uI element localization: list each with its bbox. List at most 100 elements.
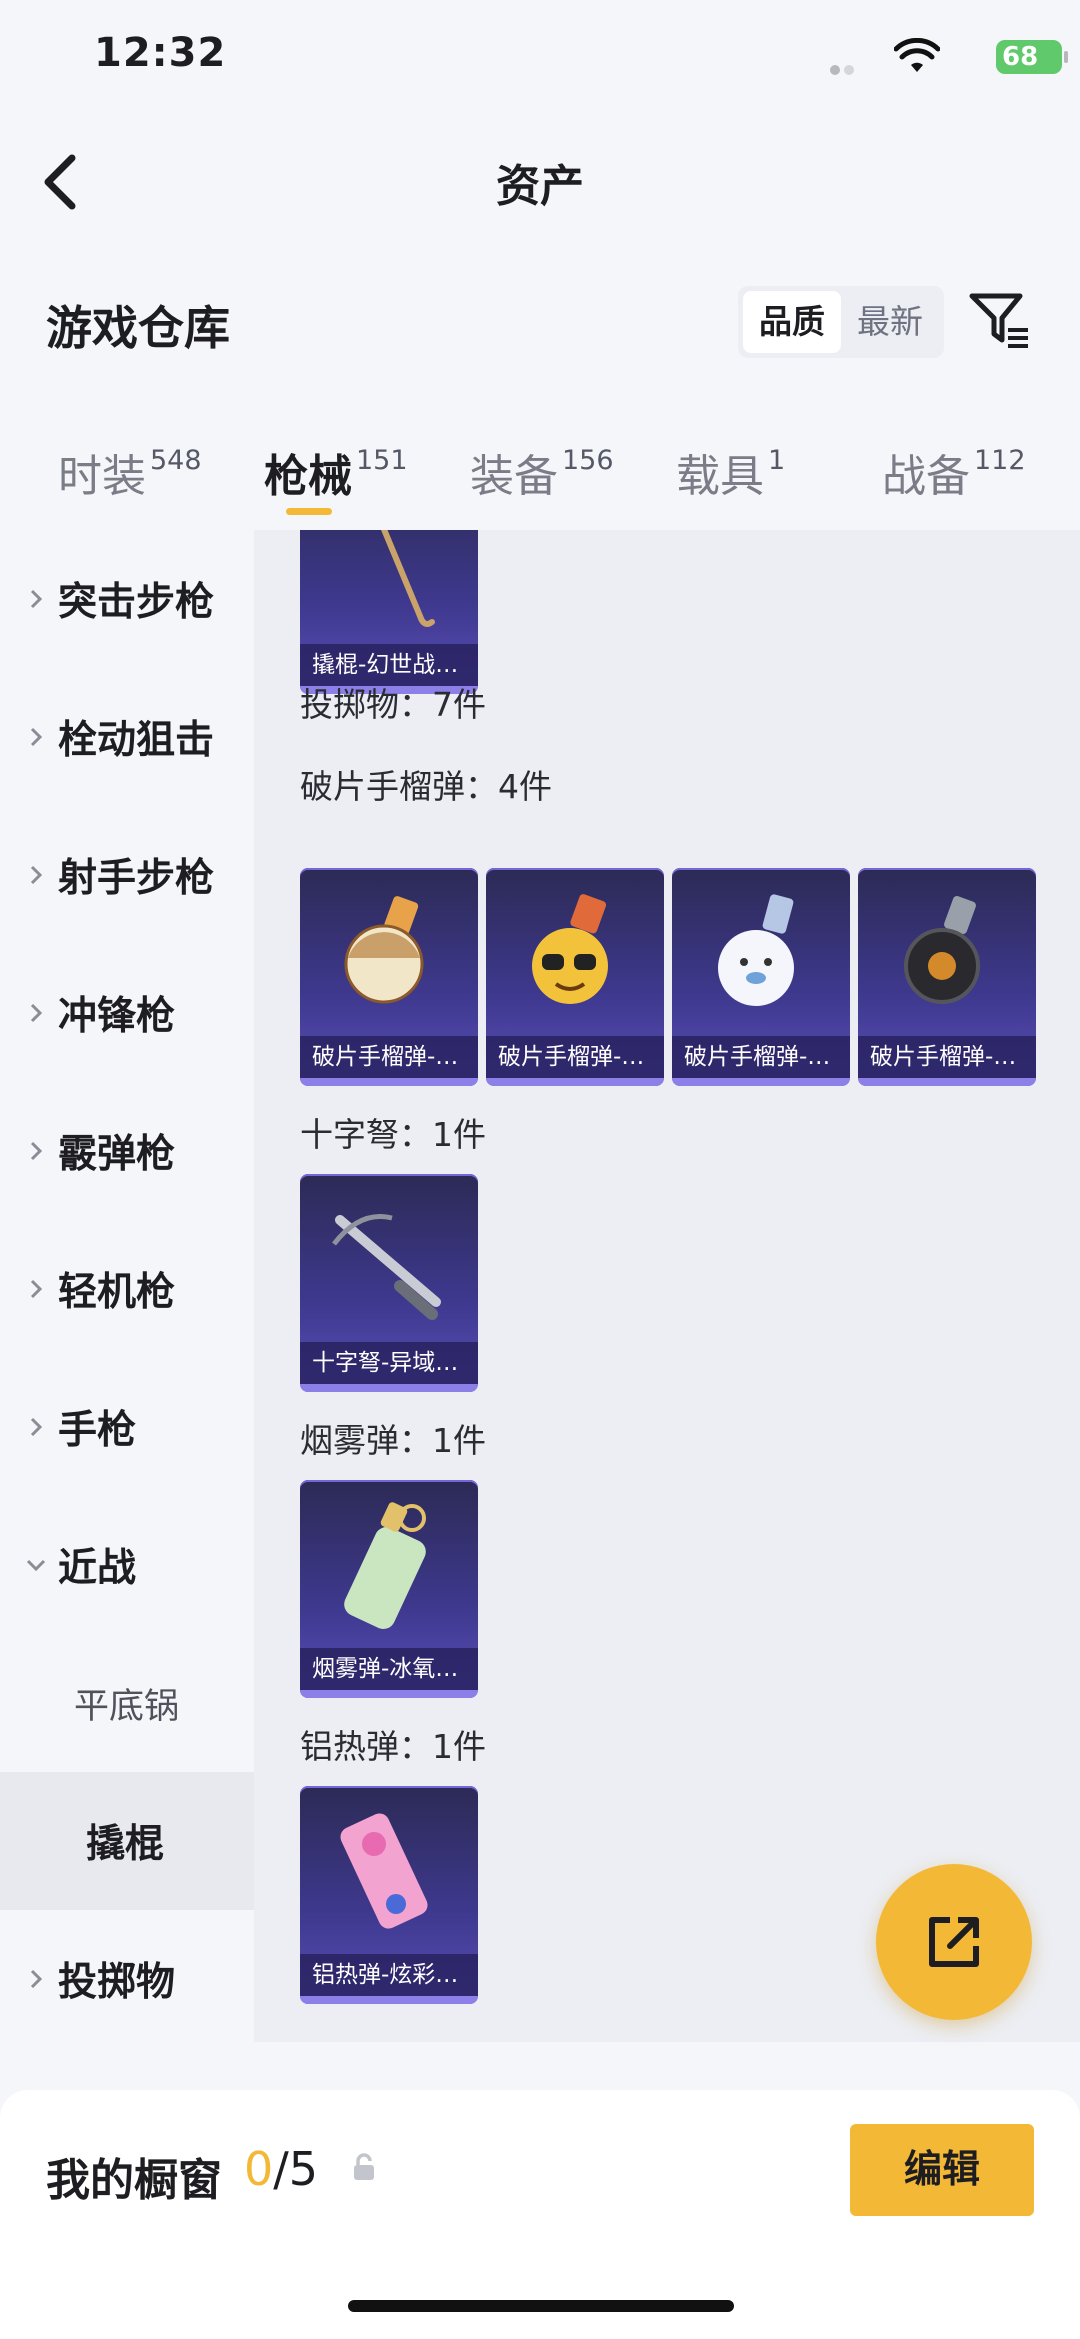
item-caption: 十字弩-异域… bbox=[300, 1342, 478, 1384]
section-title: 破片手榴弹：4件 bbox=[300, 767, 552, 806]
tab-count: 548 bbox=[150, 445, 202, 476]
filter-icon[interactable] bbox=[966, 288, 1032, 354]
status-time: 12:32 bbox=[94, 30, 227, 76]
sidebar-item-label: 手枪 bbox=[58, 1408, 137, 1453]
item-card[interactable]: 破片手榴弹-… bbox=[672, 868, 850, 1086]
sidebar-item-label: 近战 bbox=[58, 1546, 137, 1591]
sidebar-item-label: 栓动狙击 bbox=[58, 718, 215, 763]
tab-label: 枪械 bbox=[264, 451, 352, 502]
item-card[interactable]: 破片手榴弹-… bbox=[486, 868, 664, 1086]
chevron-right-icon bbox=[30, 1141, 43, 1161]
sidebar-item-melee[interactable]: 近战 bbox=[0, 1496, 254, 1634]
sort-toggle: 品质 最新 bbox=[738, 286, 944, 358]
chevron-right-icon bbox=[30, 1003, 43, 1023]
grenade-icon bbox=[718, 894, 794, 1006]
lock-icon bbox=[354, 2153, 374, 2180]
battery-level: 68 bbox=[1002, 42, 1039, 72]
item-caption: 破片手榴弹-… bbox=[486, 1036, 664, 1078]
item-caption: 破片手榴弹-… bbox=[858, 1036, 1036, 1078]
share-button[interactable] bbox=[876, 1864, 1032, 2020]
tab-count: 112 bbox=[974, 445, 1026, 476]
sidebar-item-bolt-sniper[interactable]: 栓动狙击 bbox=[0, 668, 254, 806]
tab-fashion[interactable]: 时装 548 bbox=[58, 440, 202, 504]
showcase-title: 我的橱窗 bbox=[46, 2155, 222, 2206]
crowbar-icon bbox=[381, 530, 435, 627]
sidebar-item-label: 冲锋枪 bbox=[58, 994, 176, 1039]
item-card[interactable]: 烟雾弹-冰氧… bbox=[300, 1480, 478, 1698]
chevron-right-icon bbox=[30, 727, 43, 747]
sidebar-item-label: 射手步枪 bbox=[58, 856, 215, 901]
sidebar-item-throwables[interactable]: 投掷物 bbox=[0, 1910, 254, 2048]
chevron-right-icon bbox=[30, 589, 43, 609]
crossbow-icon bbox=[332, 1214, 441, 1320]
category-tabs: 时装 548 枪械 151 装备 156 载具 1 战备 112 bbox=[0, 430, 1080, 530]
warehouse-title: 游戏仓库 bbox=[46, 301, 230, 355]
item-card[interactable]: 破片手榴弹-… bbox=[858, 868, 1036, 1086]
sidebar-item-label: 霰弹枪 bbox=[58, 1132, 176, 1177]
sidebar-item-assault-rifle[interactable]: 突击步枪 bbox=[0, 530, 254, 668]
chevron-down-icon bbox=[26, 1559, 46, 1572]
smoke-grenade-icon bbox=[344, 1502, 426, 1629]
item-card[interactable]: 撬棍-幻世战… bbox=[300, 530, 478, 694]
item-caption: 破片手榴弹-… bbox=[300, 1036, 478, 1078]
grenade-icon bbox=[904, 896, 980, 1004]
item-caption: 铝热弹-炫彩… bbox=[300, 1954, 478, 1996]
sidebar-item-lmg[interactable]: 轻机枪 bbox=[0, 1220, 254, 1358]
tab-label: 装备 bbox=[470, 451, 558, 502]
item-card[interactable]: 铝热弹-炫彩… bbox=[300, 1786, 478, 2004]
chevron-right-icon bbox=[30, 1279, 43, 1299]
section-title: 铝热弹：1件 bbox=[300, 1727, 486, 1766]
section-title: 十字弩：1件 bbox=[300, 1115, 486, 1154]
tab-count: 151 bbox=[356, 445, 408, 476]
sidebar-subitem-frying-pan[interactable]: 平底锅 bbox=[0, 1634, 254, 1772]
chevron-right-icon bbox=[30, 1969, 43, 1989]
showcase-current: 0 bbox=[244, 2142, 274, 2196]
sort-newest-button[interactable]: 最新 bbox=[841, 291, 939, 353]
tab-vehicles[interactable]: 载具 1 bbox=[676, 440, 785, 504]
tab-supplies[interactable]: 战备 112 bbox=[882, 440, 1026, 504]
tab-label: 载具 bbox=[676, 451, 764, 502]
grenade-icon bbox=[532, 894, 608, 1004]
sidebar-item-label: 平底锅 bbox=[74, 1686, 180, 1727]
sidebar-item-smg[interactable]: 冲锋枪 bbox=[0, 944, 254, 1082]
item-card[interactable]: 破片手榴弹-… bbox=[300, 868, 478, 1086]
sidebar-item-label: 撬棍 bbox=[86, 1822, 165, 1867]
battery-icon: 68 bbox=[996, 40, 1068, 74]
thermite-grenade-icon bbox=[340, 1813, 428, 1929]
edit-button[interactable]: 编辑 bbox=[850, 2124, 1034, 2216]
tab-label: 战备 bbox=[882, 451, 970, 502]
item-caption: 烟雾弹-冰氧… bbox=[300, 1648, 478, 1690]
showcase-total: /5 bbox=[273, 2142, 319, 2196]
page-title: 资产 bbox=[496, 161, 584, 212]
item-grid: 撬棍-幻世战… 投掷物：7件 破片手榴弹：4件 破片手榴弹-… 破片手榴弹-… bbox=[254, 530, 1080, 2042]
nav-header: 资产 bbox=[0, 120, 1080, 240]
wifi-icon bbox=[894, 38, 940, 72]
sidebar-item-label: 突击步枪 bbox=[58, 580, 215, 625]
tab-equipment[interactable]: 装备 156 bbox=[470, 440, 614, 504]
sidebar: 突击步枪 栓动狙击 射手步枪 冲锋枪 霰弹枪 轻机枪 手枪 近战 平底锅 撬棍 … bbox=[0, 530, 254, 2042]
sidebar-item-label: 轻机枪 bbox=[58, 1270, 176, 1315]
sidebar-item-marksman-rifle[interactable]: 射手步枪 bbox=[0, 806, 254, 944]
showcase-count: 0/5 bbox=[244, 2142, 318, 2196]
sort-quality-button[interactable]: 品质 bbox=[743, 291, 841, 353]
tab-firearms[interactable]: 枪械 151 bbox=[264, 440, 408, 504]
sidebar-subitem-crowbar[interactable]: 撬棍 bbox=[0, 1772, 254, 1910]
sidebar-item-label: 投掷物 bbox=[58, 1960, 176, 2005]
chevron-right-icon bbox=[30, 865, 43, 885]
item-card[interactable]: 十字弩-异域… bbox=[300, 1174, 478, 1392]
grenade-icon bbox=[344, 896, 424, 1004]
status-bar: 12:32 68 bbox=[0, 0, 1080, 120]
tab-count: 1 bbox=[768, 445, 786, 476]
tab-count: 156 bbox=[562, 445, 614, 476]
active-tab-indicator bbox=[286, 508, 332, 515]
tab-label: 时装 bbox=[58, 451, 146, 502]
sidebar-item-shotgun[interactable]: 霰弹枪 bbox=[0, 1082, 254, 1220]
sidebar-item-pistol[interactable]: 手枪 bbox=[0, 1358, 254, 1496]
chevron-right-icon bbox=[30, 1417, 43, 1437]
section-title: 投掷物：7件 bbox=[300, 685, 486, 724]
section-title: 烟雾弹：1件 bbox=[300, 1421, 486, 1460]
item-caption: 破片手榴弹-… bbox=[672, 1036, 850, 1078]
signal-dots-icon bbox=[830, 60, 858, 79]
share-external-icon bbox=[929, 1917, 979, 1967]
home-indicator[interactable] bbox=[348, 2300, 734, 2312]
